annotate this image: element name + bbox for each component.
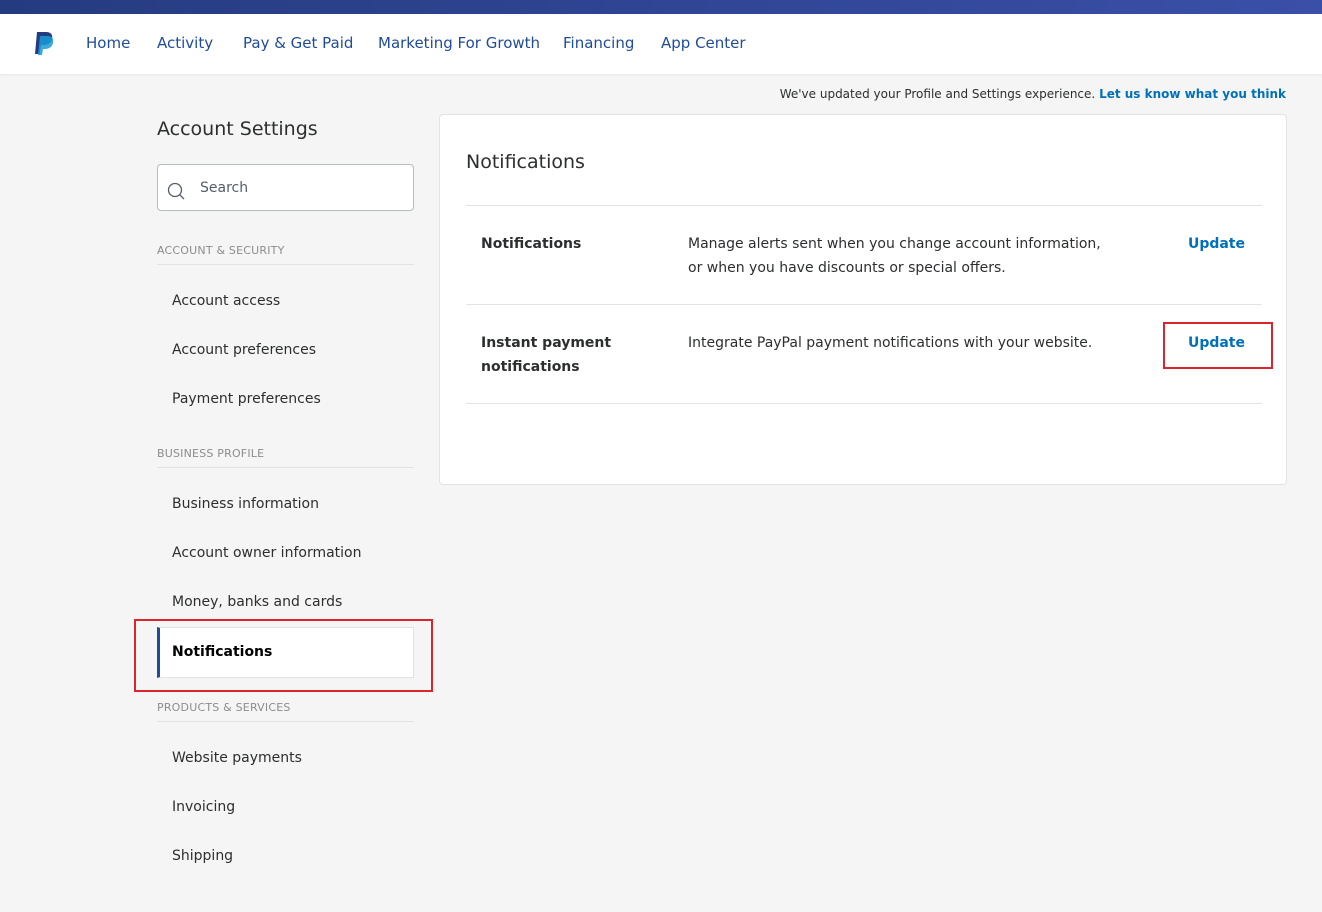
update-notifications-button[interactable]: Update	[1188, 232, 1245, 256]
section-heading-products-services: PRODUCTS & SERVICES	[157, 701, 414, 722]
page-title: Account Settings	[157, 118, 318, 140]
divider	[466, 304, 1262, 305]
sidebar-item-invoicing[interactable]: Invoicing	[172, 799, 235, 815]
section-heading-business-profile: BUSINESS PROFILE	[157, 447, 414, 468]
update-notice: We've updated your Profile and Settings …	[780, 87, 1286, 101]
nav-app-center[interactable]: App Center	[661, 34, 746, 52]
top-navigation: Home Activity Pay & Get Paid Marketing F…	[0, 14, 1322, 74]
nav-financing[interactable]: Financing	[563, 34, 634, 52]
search-input[interactable]	[200, 177, 400, 199]
card-title: Notifications	[466, 151, 585, 173]
sidebar-item-account-owner-information[interactable]: Account owner information	[172, 545, 362, 561]
row-label-notifications: Notifications	[481, 236, 582, 252]
sidebar-item-shipping[interactable]: Shipping	[172, 848, 233, 864]
search-icon	[167, 182, 185, 200]
nav-pay-and-get-paid[interactable]: Pay & Get Paid	[243, 34, 353, 52]
nav-activity[interactable]: Activity	[157, 34, 213, 52]
nav-home[interactable]: Home	[86, 34, 130, 52]
sidebar-item-account-access[interactable]: Account access	[172, 293, 280, 309]
sidebar-item-money-banks-cards[interactable]: Money, banks and cards	[172, 594, 342, 610]
top-accent-bar	[0, 0, 1322, 14]
nav-marketing-for-growth[interactable]: Marketing For Growth	[378, 34, 540, 52]
update-ipn-button[interactable]: Update	[1188, 331, 1245, 355]
row-label-instant-payment-notifications: Instant payment notifications	[481, 335, 612, 375]
sidebar-item-business-information[interactable]: Business information	[172, 496, 319, 512]
sidebar-item-payment-preferences[interactable]: Payment preferences	[172, 391, 321, 407]
paypal-logo-icon[interactable]	[32, 30, 56, 56]
sidebar-item-notifications[interactable]: Notifications	[157, 627, 414, 678]
search-field[interactable]	[157, 164, 414, 211]
row-description-instant-payment-notifications: Integrate PayPal payment notifications w…	[688, 335, 1093, 351]
sidebar-item-label: Notifications	[172, 644, 273, 660]
section-heading-account-security: ACCOUNT & SECURITY	[157, 244, 414, 265]
notifications-card: Notifications Notifications Manage alert…	[439, 114, 1287, 485]
divider	[466, 403, 1262, 404]
sidebar-item-account-preferences[interactable]: Account preferences	[172, 342, 316, 358]
divider	[466, 205, 1262, 206]
notice-text: We've updated your Profile and Settings …	[779, 87, 1096, 101]
row-description-notifications: Manage alerts sent when you change accou…	[688, 236, 1101, 276]
feedback-link[interactable]: Let us know what you think	[1099, 87, 1286, 101]
sidebar-item-website-payments[interactable]: Website payments	[172, 750, 302, 766]
